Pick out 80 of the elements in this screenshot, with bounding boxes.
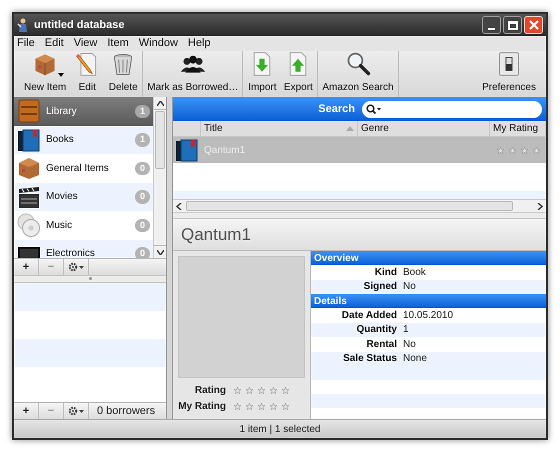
star-icon: [533, 146, 540, 154]
gear-menu-icon: [68, 262, 84, 272]
star-icon: [270, 387, 277, 394]
star-icon: [258, 387, 265, 394]
field-label: Rental: [365, 338, 397, 352]
menu-item[interactable]: File: [17, 35, 35, 52]
menu-item[interactable]: Item: [107, 35, 129, 52]
item-title: Qantum1: [181, 224, 251, 246]
menu-item[interactable]: Help: [188, 35, 211, 52]
sidebar-item[interactable]: Movies 0: [14, 182, 153, 211]
field-label: Sale Status: [342, 352, 397, 366]
app-icon: [17, 18, 29, 32]
shelf-icon: [17, 99, 41, 124]
sidebar-item[interactable]: Library 1: [14, 97, 153, 126]
toolbar-button[interactable]: Edit: [72, 51, 102, 97]
discs-icon: [17, 213, 41, 238]
star-icon: [521, 146, 528, 154]
toolbar-button[interactable]: Import: [247, 51, 278, 97]
horizontal-scrollbar[interactable]: [173, 199, 546, 213]
vertical-scrollbar[interactable]: [153, 97, 166, 258]
star-icon: [497, 146, 504, 154]
toolbar-button[interactable]: New Item: [24, 51, 66, 97]
toolbar-button[interactable]: Mark as Borrowed…: [147, 51, 238, 97]
star-icon: [282, 387, 289, 394]
sidebar-item[interactable]: Books 1: [14, 126, 153, 154]
field-value: None: [403, 352, 427, 366]
field-value: No: [403, 338, 416, 352]
star-icon: [246, 387, 253, 394]
search-label: Search: [318, 102, 355, 117]
star-icon: [258, 403, 265, 410]
search-icon: [366, 104, 382, 114]
column-header[interactable]: Title: [201, 121, 358, 136]
close-button[interactable]: [524, 16, 543, 34]
count-badge: 0: [134, 247, 150, 258]
star-icon: [246, 403, 253, 410]
window-title: untitled database: [34, 18, 124, 33]
toolbar-button[interactable]: Preferences: [482, 51, 536, 97]
section-header: Details: [311, 294, 546, 308]
field-value: Book: [403, 266, 426, 280]
count-badge: 0: [134, 190, 150, 204]
books-icon: [17, 128, 41, 152]
field-label: Date Added: [340, 308, 397, 323]
minimize-button[interactable]: [482, 16, 501, 34]
toolbar-button[interactable]: Amazon Search: [322, 51, 394, 97]
search-field[interactable]: [362, 100, 542, 118]
borrower-count: 0 borrowers: [97, 404, 156, 419]
status-text: 1 item | 1 selected: [240, 422, 320, 436]
star-icon: [509, 146, 516, 154]
rating-label: My Rating: [178, 400, 226, 414]
close-icon: [528, 20, 538, 30]
count-badge: 0: [134, 162, 150, 175]
toolbar-button[interactable]: Delete: [108, 51, 138, 97]
menu-item[interactable]: View: [74, 35, 98, 52]
sidebar-item[interactable]: Electronics 0: [14, 240, 153, 258]
count-badge: 1: [134, 104, 150, 118]
star-icon: [282, 403, 289, 410]
maximize-button[interactable]: [503, 16, 522, 34]
column-header[interactable]: Genre: [358, 121, 490, 136]
menu-item[interactable]: Edit: [44, 35, 64, 52]
star-icon: [234, 403, 241, 410]
clapperboard-icon: [17, 184, 41, 209]
menu-item[interactable]: Window: [138, 35, 178, 52]
sort-arrow-icon: [346, 126, 354, 131]
field-label: Quantity: [355, 323, 397, 338]
star-icon: [234, 387, 241, 394]
count-badge: 1: [134, 133, 150, 146]
box-icon: [17, 156, 41, 180]
field-label: Signed: [362, 280, 397, 294]
field-label: Kind: [374, 266, 397, 280]
gear-menu-icon: [68, 406, 84, 416]
section-header: Overview: [311, 251, 546, 265]
rating-label: Rating: [194, 384, 226, 398]
field-value: 1: [403, 323, 409, 338]
toolbar-button[interactable]: Export: [283, 51, 314, 97]
column-header[interactable]: My Rating: [490, 121, 546, 136]
star-icon: [270, 403, 277, 410]
books-icon: [175, 138, 199, 162]
count-badge: 0: [134, 218, 150, 232]
field-value: 10.05.2010: [403, 308, 454, 323]
field-value: No: [403, 280, 416, 294]
